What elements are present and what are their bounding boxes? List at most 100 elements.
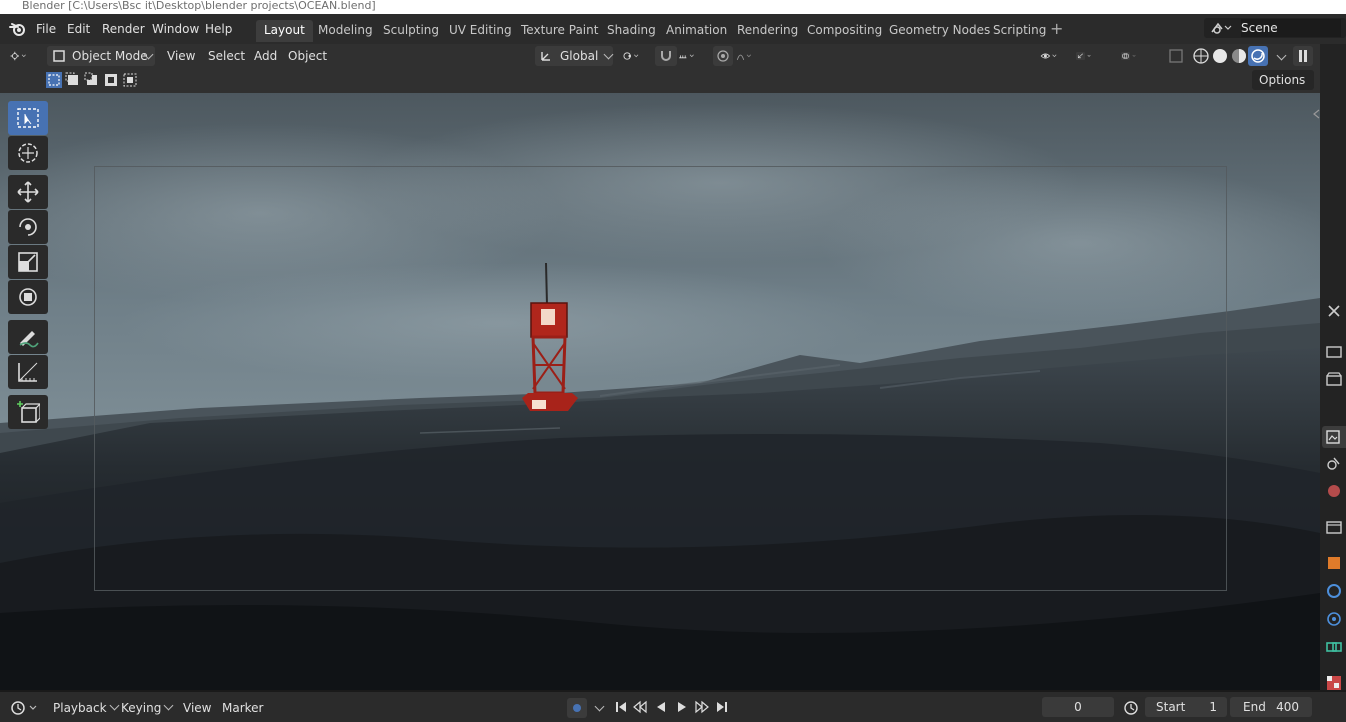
- tab-animation[interactable]: Animation: [658, 20, 735, 42]
- pause-render-button[interactable]: [1293, 46, 1313, 66]
- auto-keying-toggle[interactable]: [567, 698, 587, 718]
- options-dropdown[interactable]: Options: [1252, 70, 1314, 103]
- select-subtract-icon[interactable]: [84, 72, 100, 88]
- rendered-shading-icon: [1251, 49, 1265, 63]
- playback-menu[interactable]: Playback: [53, 699, 119, 717]
- snap-toggle[interactable]: [655, 46, 677, 66]
- start-frame-field[interactable]: Start 1: [1145, 697, 1227, 717]
- tab-texture-paint[interactable]: Texture Paint: [513, 20, 606, 42]
- menu-window[interactable]: Window: [152, 20, 199, 38]
- pivot-point-icon[interactable]: [622, 47, 640, 65]
- xray-toggle-icon[interactable]: [1167, 47, 1185, 65]
- wireframe-shading-icon[interactable]: [1192, 47, 1210, 65]
- collection-properties-icon[interactable]: [1325, 518, 1343, 536]
- transform-orientation-dropdown[interactable]: Global: [535, 46, 614, 66]
- preview-range-clock-icon[interactable]: [1123, 700, 1139, 716]
- world-properties-icon[interactable]: [1325, 482, 1343, 500]
- output-properties-icon[interactable]: [1325, 370, 1343, 388]
- object-mode-dropdown[interactable]: Object Mode: [47, 46, 155, 66]
- overlays-toggle-icon[interactable]: [1121, 47, 1139, 65]
- tab-rendering[interactable]: Rendering: [729, 20, 806, 42]
- auto-keying-options-chevron-icon[interactable]: [594, 701, 605, 712]
- snap-target-icon[interactable]: [678, 47, 696, 65]
- falloff-curve-icon[interactable]: [736, 47, 754, 65]
- tab-modeling[interactable]: Modeling: [310, 20, 381, 42]
- select-extend-icon[interactable]: [65, 72, 81, 88]
- modifier-properties-icon[interactable]: [1325, 582, 1343, 600]
- scene-name[interactable]: Scene: [1241, 19, 1341, 37]
- timeline-editor-type-icon[interactable]: [10, 699, 40, 717]
- scene-selector[interactable]: Scene: [1204, 18, 1346, 38]
- transform-icon: [19, 288, 37, 306]
- render-properties-icon[interactable]: [1325, 342, 1343, 360]
- play-icon[interactable]: [675, 700, 689, 714]
- menu-object[interactable]: Object: [288, 46, 327, 66]
- tool-cursor[interactable]: [8, 136, 48, 170]
- view-layer-tab-active[interactable]: [1322, 426, 1346, 448]
- tool-select-box[interactable]: [8, 101, 48, 135]
- tool-properties-icon[interactable]: [1325, 302, 1343, 320]
- object-mode-icon: [53, 50, 65, 62]
- options-label: Options: [1259, 73, 1306, 87]
- 3d-viewport[interactable]: [0, 93, 1320, 690]
- menu-help[interactable]: Help: [205, 20, 232, 38]
- end-value: 400: [1276, 700, 1299, 714]
- jump-to-start-icon[interactable]: [614, 700, 628, 714]
- object-mode-label: Object Mode: [72, 49, 148, 63]
- menu-edit[interactable]: Edit: [67, 20, 90, 38]
- shading-options-chevron-icon[interactable]: [1276, 50, 1287, 61]
- jump-to-end-icon[interactable]: [715, 700, 729, 714]
- add-workspace-icon[interactable]: +: [1050, 20, 1066, 38]
- start-value: 1: [1209, 700, 1217, 714]
- tab-sculpting[interactable]: Sculpting: [375, 20, 447, 42]
- scene-properties-icon[interactable]: [1325, 454, 1343, 472]
- tab-geometry-nodes[interactable]: Geometry Nodes: [881, 20, 998, 42]
- material-preview-shading-icon[interactable]: [1230, 47, 1248, 65]
- keying-menu[interactable]: Keying: [121, 699, 174, 717]
- object-properties-icon[interactable]: [1325, 554, 1343, 572]
- tool-rotate[interactable]: [8, 210, 48, 244]
- window-title-bar: Blender [C:\Users\Bsc it\Desktop\blender…: [0, 0, 1346, 14]
- tool-scale[interactable]: [8, 245, 48, 279]
- orientation-label: Global: [560, 49, 599, 63]
- constraint-properties-icon[interactable]: [1325, 638, 1343, 656]
- solid-shading-icon[interactable]: [1211, 47, 1229, 65]
- jump-to-previous-keyframe-icon[interactable]: [633, 700, 647, 714]
- select-new-icon[interactable]: [46, 72, 62, 88]
- tool-annotate[interactable]: [8, 320, 48, 354]
- move-icon: [17, 181, 39, 203]
- visibility-eye-icon[interactable]: [1040, 47, 1058, 65]
- tab-shading[interactable]: Shading: [599, 20, 664, 42]
- tab-scripting[interactable]: Scripting: [985, 20, 1054, 42]
- menu-view[interactable]: View: [167, 46, 195, 66]
- menu-file[interactable]: File: [36, 20, 56, 38]
- tab-compositing[interactable]: Compositing: [799, 20, 890, 42]
- orientation-axes-icon: [541, 52, 550, 61]
- menu-select[interactable]: Select: [208, 46, 245, 66]
- play-reverse-icon[interactable]: [654, 700, 668, 714]
- rendered-shading-button[interactable]: [1248, 46, 1268, 66]
- select-intersect-icon[interactable]: [122, 72, 138, 88]
- blender-logo-icon[interactable]: [9, 21, 27, 37]
- record-icon: [573, 704, 581, 712]
- menu-render[interactable]: Render: [102, 20, 145, 38]
- end-frame-field[interactable]: End 400: [1230, 697, 1312, 717]
- physics-properties-icon[interactable]: [1325, 610, 1343, 628]
- timeline-view-menu[interactable]: View: [183, 699, 211, 717]
- tab-layout[interactable]: Layout: [256, 20, 313, 42]
- marker-menu[interactable]: Marker: [222, 699, 263, 717]
- tool-add-cube[interactable]: [8, 395, 48, 429]
- tool-measure[interactable]: [8, 355, 48, 389]
- select-invert-icon[interactable]: [103, 72, 119, 88]
- end-label: End: [1243, 700, 1266, 714]
- jump-to-next-keyframe-icon[interactable]: [695, 700, 709, 714]
- editor-type-icon[interactable]: [10, 47, 28, 65]
- current-frame-field[interactable]: 0: [1042, 697, 1114, 717]
- top-menu-bar: File Edit Render Window Help Layout Mode…: [0, 14, 1346, 44]
- proportional-edit-toggle[interactable]: [713, 46, 733, 66]
- tool-move[interactable]: [8, 175, 48, 209]
- tool-transform[interactable]: [8, 280, 48, 314]
- tab-uv-editing[interactable]: UV Editing: [441, 20, 520, 42]
- menu-add[interactable]: Add: [254, 46, 277, 66]
- gizmo-toggle-icon[interactable]: [1076, 47, 1094, 65]
